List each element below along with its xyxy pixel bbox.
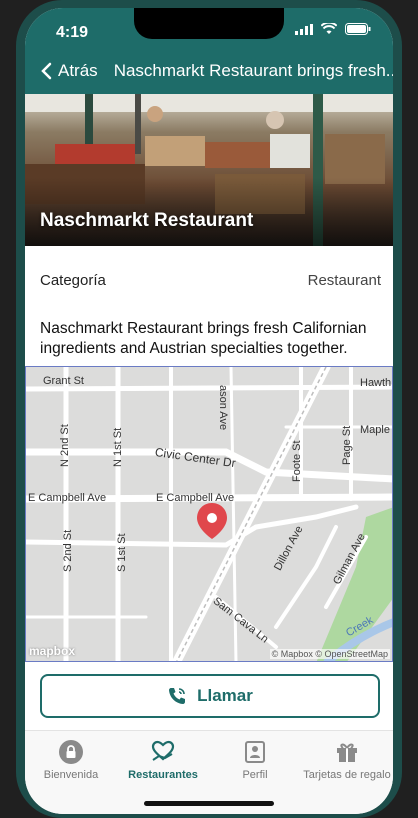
chevron-left-icon xyxy=(41,62,52,80)
street-label: S 2nd St xyxy=(62,529,74,572)
description: Naschmarkt Restaurant brings fresh Calif… xyxy=(40,320,367,357)
phone-frame: 4:19 Atrás Naschmarkt Restaurant brings … xyxy=(16,0,402,818)
tab-perfil[interactable]: Perfil xyxy=(209,739,301,781)
street-label: Maple xyxy=(360,424,390,436)
home-indicator xyxy=(144,801,274,806)
heart-hand-icon xyxy=(151,740,175,761)
phone-call-icon xyxy=(169,688,186,704)
street-label: Foote St xyxy=(291,440,303,482)
street-label: Hawth xyxy=(360,377,392,389)
wifi-icon xyxy=(321,23,337,34)
person-badge-icon xyxy=(245,741,265,763)
notch xyxy=(134,8,284,39)
map-attribution[interactable]: © Mapbox © OpenStreetMap xyxy=(269,649,390,659)
street-label: Page St xyxy=(341,425,353,465)
call-button[interactable]: Llamar xyxy=(40,674,380,718)
signal-icon xyxy=(295,23,313,35)
tab-tarjetas[interactable]: Tarjetas de regalo xyxy=(301,739,393,781)
tab-bienvenida[interactable]: Bienvenida xyxy=(25,739,117,781)
nav-title: Naschmarkt Restaurant brings fresh... xyxy=(113,61,393,80)
header: 4:19 Atrás Naschmarkt Restaurant brings … xyxy=(25,8,393,94)
battery-icon xyxy=(345,23,371,35)
tab-label: Tarjetas de regalo xyxy=(303,769,391,781)
hero-title: Naschmarkt Restaurant xyxy=(40,210,254,231)
lock-icon xyxy=(59,740,83,764)
nav-bar: Atrás Naschmarkt Restaurant brings fresh… xyxy=(41,61,393,81)
status-icons xyxy=(295,23,371,35)
category-value: Restaurant xyxy=(307,272,381,289)
tab-label: Perfil xyxy=(242,769,268,781)
map-roads xyxy=(26,367,392,661)
street-label: N 2nd St xyxy=(59,424,71,467)
category-label: Categoría xyxy=(40,272,106,289)
gift-icon xyxy=(337,743,357,762)
screen: 4:19 Atrás Naschmarkt Restaurant brings … xyxy=(25,8,393,814)
tab-restaurantes[interactable]: Restaurantes xyxy=(117,739,209,781)
mapbox-logo: mapbox xyxy=(29,644,76,658)
tab-label: Restaurantes xyxy=(128,769,198,781)
tab-label: Bienvenida xyxy=(43,769,99,781)
street-label: E Campbell Ave xyxy=(28,492,107,504)
street-label: S 1st St xyxy=(116,533,128,572)
status-time: 4:19 xyxy=(56,24,89,41)
call-label: Llamar xyxy=(197,686,253,705)
street-label: ason Ave xyxy=(217,385,229,431)
street-label: N 1st St xyxy=(112,427,124,467)
map-view[interactable]: Grant St Hawth ason Ave N 2nd St N 1st S… xyxy=(25,366,393,662)
back-button[interactable]: Atrás xyxy=(41,61,98,81)
hero-image: Naschmarkt Restaurant xyxy=(25,94,393,246)
category-row: Categoría Restaurant xyxy=(40,272,381,289)
back-label: Atrás xyxy=(58,61,98,80)
street-label: E Campbell Ave xyxy=(156,492,235,504)
street-label: Grant St xyxy=(43,375,84,387)
